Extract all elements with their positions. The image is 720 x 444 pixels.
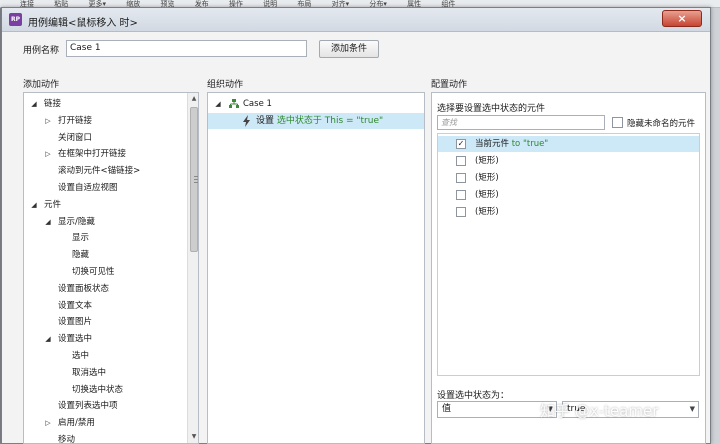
- select-widget-header: 选择要设置选中状态的元件: [437, 104, 546, 114]
- expand-icon[interactable]: ▷: [44, 113, 52, 129]
- widget-row[interactable]: (矩形): [438, 170, 699, 186]
- configure-action-panel: 选择要设置选中状态的元件 查找 隐藏未命名的元件 ✓ 当前元件 to "true…: [431, 92, 706, 444]
- hide-unnamed-label: 隐藏未命名的元件: [627, 119, 696, 129]
- widget-label: (矩形): [475, 156, 499, 166]
- selected-action-row[interactable]: 设置 选中状态于 This = "true": [208, 113, 424, 129]
- action-tree-label: 打开链接: [58, 115, 93, 126]
- chevron-down-icon: ▼: [689, 405, 695, 413]
- scroll-up-icon[interactable]: ▲: [188, 93, 198, 105]
- action-tree-label: 关闭窗口: [58, 132, 93, 143]
- axure-app-icon: RP: [9, 13, 22, 26]
- collapse-icon[interactable]: ◢: [30, 197, 38, 213]
- add-action-title: 添加动作: [23, 80, 60, 90]
- action-text: 设置 选中状态于 This = "true": [256, 113, 383, 129]
- widget-row[interactable]: (矩形): [438, 187, 699, 203]
- configure-action-title: 配置动作: [431, 80, 468, 90]
- action-tree-label: 取消选中: [72, 367, 107, 378]
- action-detail: 选中状态于 This = "true": [276, 116, 384, 126]
- close-button[interactable]: ×: [662, 10, 702, 27]
- widget-list: ✓ 当前元件 to "true" (矩形) (矩形) (矩形) (矩形): [437, 133, 700, 376]
- collapse-icon[interactable]: ◢: [30, 96, 38, 112]
- widget-label: (矩形): [475, 207, 499, 217]
- action-tree-panel: ◢ 链接 ▷ 打开链接关闭窗口 ▷ 在框架中打开链接滚动到元件<锚链接> 设置自适应视图 ◢ 元…: [23, 92, 199, 444]
- action-tree-label: 设置列表选中项: [58, 401, 118, 412]
- action-tree-label: 设置图片: [58, 317, 93, 328]
- case-tree-icon: [229, 99, 239, 108]
- action-tree-label: 隐藏: [72, 250, 90, 261]
- widget-label: (矩形): [475, 190, 499, 200]
- window-title: 用例编辑<鼠标移入 时>: [28, 18, 138, 29]
- action-tree-label: 链接: [44, 99, 62, 109]
- action-tree-label: 在框架中打开链接: [58, 149, 127, 160]
- case-name-input[interactable]: Case 1: [66, 40, 307, 57]
- widget-search-input[interactable]: 查找: [437, 115, 605, 130]
- case-name-label: 用例名称: [23, 46, 60, 56]
- action-tree-label: 移动: [58, 435, 76, 444]
- widget-checkbox[interactable]: [456, 173, 466, 183]
- widget-row[interactable]: ✓ 当前元件 to "true": [438, 136, 699, 152]
- action-tree-label: 元件: [44, 199, 62, 210]
- case-label: Case 1: [243, 99, 272, 109]
- collapse-icon[interactable]: ◢: [214, 96, 222, 112]
- action-tree-label: 显示: [72, 233, 90, 244]
- action-tree-label: 设置自适应视图: [58, 183, 118, 193]
- action-tree-label: 设置面板状态: [58, 283, 110, 294]
- widget-checkbox[interactable]: [456, 190, 466, 200]
- expand-icon[interactable]: ▷: [44, 146, 52, 162]
- widget-label: 当前元件 to "true": [475, 139, 549, 149]
- action-tree-label: 滚动到元件<锚链接>: [58, 166, 141, 177]
- action-tree-label: 选中: [72, 351, 90, 361]
- action-tree-label: 设置文本: [58, 300, 93, 311]
- scroll-thumb[interactable]: [190, 107, 198, 252]
- widget-checkbox-checked[interactable]: ✓: [456, 139, 466, 149]
- hide-unnamed-checkbox[interactable]: [612, 117, 623, 128]
- widget-row[interactable]: (矩形): [438, 153, 699, 169]
- watermark: 知乎 @x-teamer: [540, 402, 659, 420]
- action-prefix: 设置: [256, 116, 277, 126]
- widget-checkbox[interactable]: [456, 156, 466, 166]
- add-condition-button[interactable]: 添加条件: [319, 40, 379, 58]
- set-state-label: 设置选中状态为：: [437, 391, 510, 401]
- expand-icon[interactable]: ▷: [44, 415, 52, 431]
- organize-action-title: 组织动作: [207, 80, 244, 90]
- action-tree-label: 切换可见性: [72, 267, 115, 277]
- case-editor-dialog: RP 用例编辑<鼠标移入 时> × 用例名称 Case 1 添加条件 添加动作 …: [1, 7, 711, 444]
- action-tree-label: 显示/隐藏: [58, 216, 95, 227]
- value-type-select[interactable]: 值 ▼: [437, 401, 557, 418]
- organize-action-panel: ◢ Case 1 设置 选中状态于 This = "true": [207, 92, 425, 444]
- collapse-icon[interactable]: ◢: [44, 331, 52, 347]
- action-tree-label: 设置选中: [58, 334, 93, 345]
- scroll-down-icon[interactable]: ▼: [188, 431, 198, 443]
- widget-checkbox[interactable]: [456, 207, 466, 217]
- lightning-icon: [243, 115, 250, 127]
- widget-label: (矩形): [475, 173, 499, 183]
- action-tree-label: 启用/禁用: [58, 418, 95, 429]
- action-tree-label: 切换选中状态: [72, 384, 124, 395]
- title-bar: RP 用例编辑<鼠标移入 时> ×: [2, 8, 710, 32]
- widget-row[interactable]: (矩形): [438, 204, 699, 220]
- tree-scrollbar[interactable]: ▲ ▼: [187, 93, 198, 443]
- background-panel: [710, 8, 720, 444]
- collapse-icon[interactable]: ◢: [44, 214, 52, 230]
